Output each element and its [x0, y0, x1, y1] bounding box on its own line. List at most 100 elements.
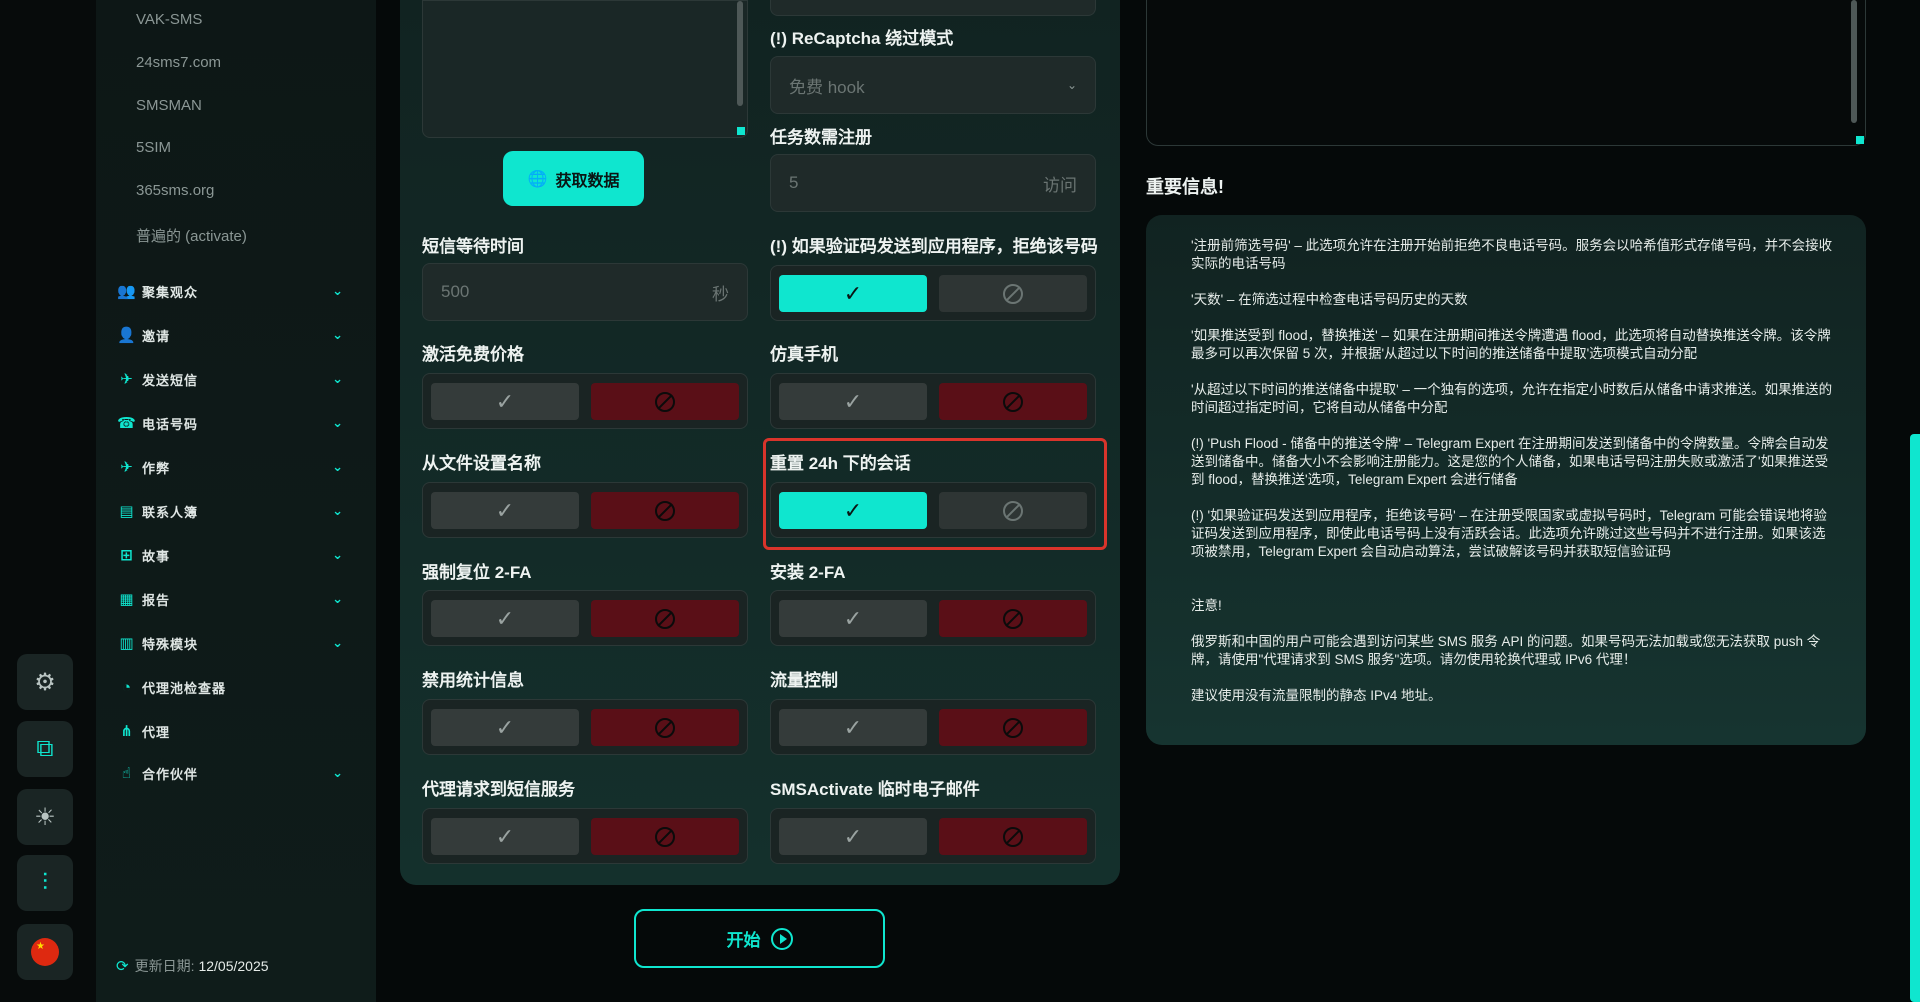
- important-info-title: 重要信息!: [1146, 177, 1224, 197]
- sidebar-item-audience[interactable]: 👥 聚集观众 ⌄: [116, 278, 356, 304]
- reject-code-app-toggle[interactable]: ✓: [770, 265, 1096, 321]
- sms-service-item[interactable]: VAK-SMS: [136, 11, 202, 28]
- traffic-control-label: 流量控制: [770, 671, 838, 690]
- tasks-input[interactable]: 5 访问: [770, 154, 1096, 212]
- fetch-data-button[interactable]: 🌐 获取数据: [503, 151, 644, 206]
- sidebar-item-reports[interactable]: ▦ 报告 ⌄: [116, 586, 356, 612]
- toggle-no-button[interactable]: [591, 492, 739, 529]
- sms-wait-input[interactable]: 500 秒: [422, 263, 748, 321]
- log-textarea[interactable]: [1146, 0, 1866, 146]
- sidebar-item-label: 邀请: [142, 328, 171, 344]
- sidebar-item-stories[interactable]: ⊞ 故事 ⌄: [116, 542, 356, 568]
- sms-service-item[interactable]: 5SIM: [136, 139, 171, 156]
- external-link-icon[interactable]: ⧉: [17, 721, 73, 777]
- sms-service-item[interactable]: SMSMAN: [136, 97, 202, 114]
- name-from-file-toggle[interactable]: ✓: [422, 482, 748, 538]
- log-scrollbar[interactable]: [1851, 0, 1857, 123]
- phone-icon: ☎: [117, 415, 137, 432]
- sidebar-item-cheat[interactable]: ✈ 作弊 ⌄: [116, 454, 356, 480]
- sidebar-item-partners[interactable]: ☝ 合作伙伴 ⌄: [116, 760, 356, 786]
- sms-wait-unit: 秒: [712, 284, 729, 304]
- check-icon: ✓: [843, 823, 863, 849]
- toggle-yes-button[interactable]: ✓: [779, 709, 927, 746]
- textarea-scrollbar[interactable]: [737, 1, 743, 106]
- sidebar-item-special-modules[interactable]: ▥ 特殊模块 ⌄: [116, 630, 356, 656]
- check-icon: ✓: [843, 714, 863, 740]
- activation-free-price-toggle[interactable]: ✓: [422, 373, 748, 429]
- sidebar-item-label: 代理池检查器: [142, 680, 227, 696]
- ban-icon: [1003, 391, 1023, 412]
- chevron-down-icon: ⌄: [332, 591, 344, 606]
- sidebar-item-send-sms[interactable]: ✈ 发送短信 ⌄: [116, 366, 356, 392]
- toggle-no-button[interactable]: [939, 709, 1087, 746]
- check-icon: ✓: [495, 714, 515, 740]
- numbers-textarea[interactable]: [422, 0, 748, 138]
- toggle-no-button[interactable]: [939, 383, 1087, 420]
- fetch-data-label: 获取数据: [555, 172, 620, 190]
- sidebar-item-label: 联系人簿: [142, 504, 199, 520]
- emulate-phone-toggle[interactable]: ✓: [770, 373, 1096, 429]
- toggle-yes-button[interactable]: ✓: [431, 709, 579, 746]
- proxy-sms-requests-toggle[interactable]: ✓: [422, 808, 748, 864]
- ban-icon: [655, 826, 675, 847]
- sms-service-item[interactable]: 普遍的 (activate): [136, 225, 247, 246]
- gear-icon[interactable]: ⚙: [17, 654, 73, 710]
- start-button[interactable]: 开始: [634, 909, 885, 968]
- sidebar: VAK-SMS 24sms7.com SMSMAN 5SIM 365sms.or…: [96, 0, 376, 1002]
- tasks-value: 5: [789, 173, 799, 192]
- sidebar-item-invite[interactable]: 👤 邀请 ⌄: [116, 322, 356, 348]
- install-2fa-toggle[interactable]: ✓: [770, 590, 1096, 646]
- smsactivate-temp-mail-toggle[interactable]: ✓: [770, 808, 1096, 864]
- page-scrollbar[interactable]: [1910, 434, 1920, 1002]
- sidebar-item-proxy-checker[interactable]: ◔ 代理池检查器: [116, 674, 356, 700]
- recaptcha-select[interactable]: 免费 hook ⌄: [770, 56, 1096, 114]
- toggle-no-button[interactable]: [591, 818, 739, 855]
- info-paragraph: '从超过以下时间的推送储备中提取' – 一个独有的选项，允许在指定小时数后从储备…: [1191, 382, 1833, 415]
- resize-handle[interactable]: [1856, 136, 1864, 144]
- toggle-no-button[interactable]: [591, 709, 739, 746]
- modules-icon: ▥: [119, 635, 135, 652]
- sidebar-item-label: 代理: [142, 724, 171, 740]
- sidebar-item-contacts[interactable]: ▤ 联系人簿 ⌄: [116, 498, 356, 524]
- sms-service-item[interactable]: 24sms7.com: [136, 54, 221, 71]
- toggle-no-button[interactable]: [939, 818, 1087, 855]
- toggle-yes-button[interactable]: ✓: [779, 818, 927, 855]
- ban-icon: [1003, 717, 1023, 738]
- tasks-unit: 访问: [1043, 175, 1077, 195]
- traffic-control-toggle[interactable]: ✓: [770, 699, 1096, 755]
- send-icon: ✈: [120, 371, 134, 388]
- ban-icon: [1003, 608, 1023, 629]
- chevron-down-icon: ⌄: [332, 765, 344, 780]
- chevron-down-icon: ⌄: [332, 459, 344, 474]
- check-icon: ✓: [495, 388, 515, 414]
- toggle-yes-button[interactable]: ✓: [779, 383, 927, 420]
- sidebar-item-proxy[interactable]: ⋔ 代理: [116, 718, 356, 744]
- icon-rail: ⚙ ⧉ ☀ ⫶: [0, 0, 96, 1002]
- sidebar-item-phone-numbers[interactable]: ☎ 电话号码 ⌄: [116, 410, 356, 436]
- toggle-no-button[interactable]: [591, 600, 739, 637]
- check-icon: ✓: [843, 388, 863, 414]
- toggle-yes-button[interactable]: ✓: [431, 492, 579, 529]
- check-icon: ✓: [843, 605, 863, 631]
- check-icon: ✓: [495, 823, 515, 849]
- ban-icon: [1003, 283, 1023, 304]
- toggle-yes-button[interactable]: ✓: [431, 383, 579, 420]
- settings-panel: 🌐 获取数据 (!) ReCaptcha 绕过模式 免费 hook ⌄ 任务数需…: [400, 0, 1120, 885]
- toggle-no-button[interactable]: [939, 600, 1087, 637]
- sun-icon[interactable]: ☀: [17, 789, 73, 845]
- toggle-yes-button[interactable]: ✓: [431, 600, 579, 637]
- language-flag-button[interactable]: [17, 924, 73, 980]
- resize-handle[interactable]: [737, 127, 745, 135]
- toggle-yes-button[interactable]: ✓: [431, 818, 579, 855]
- toggle-no-button[interactable]: [939, 275, 1087, 312]
- force-reset-2fa-toggle[interactable]: ✓: [422, 590, 748, 646]
- toggle-no-button[interactable]: [591, 383, 739, 420]
- sidebar-item-label: 作弊: [142, 460, 171, 476]
- toggle-yes-button[interactable]: ✓: [779, 275, 927, 312]
- network-icon: ⋔: [120, 723, 134, 740]
- info-paragraph: (!) 'Push Flood - 储备中的推送令牌' – Telegram E…: [1191, 436, 1829, 487]
- sliders-icon[interactable]: ⫶: [17, 855, 73, 911]
- toggle-yes-button[interactable]: ✓: [779, 600, 927, 637]
- disable-stats-toggle[interactable]: ✓: [422, 699, 748, 755]
- sms-service-item[interactable]: 365sms.org: [136, 182, 214, 199]
